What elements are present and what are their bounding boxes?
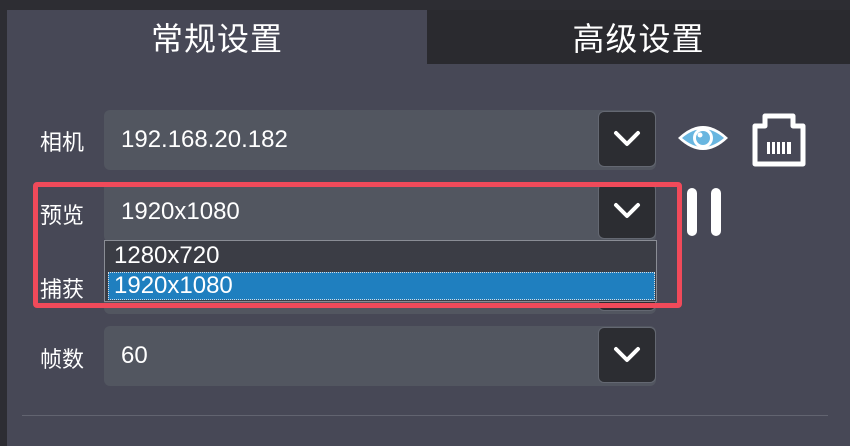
camera-select[interactable]: 192.168.20.182 <box>104 110 656 170</box>
eye-icon <box>678 126 728 150</box>
dropdown-option-1920x1080[interactable]: 1920x1080 <box>108 272 655 300</box>
fps-value: 60 <box>121 342 148 369</box>
fps-label: 帧数 <box>40 348 85 373</box>
pause-icon <box>687 188 721 236</box>
tab-advanced-settings[interactable]: 高级设置 <box>427 10 850 64</box>
preview-dropdown-button[interactable] <box>598 183 656 239</box>
network-button[interactable] <box>751 112 807 168</box>
chevron-down-icon <box>614 347 640 362</box>
preview-resolution-select[interactable]: 1920x1080 <box>104 182 656 242</box>
chevron-down-icon <box>614 203 640 218</box>
preview-resolution-dropdown-list: 1280x720 1920x1080 <box>104 240 657 302</box>
fps-dropdown-button[interactable] <box>598 327 656 383</box>
preview-toggle-button[interactable] <box>675 118 731 158</box>
pause-button[interactable] <box>684 186 724 238</box>
ethernet-port-icon <box>752 113 806 167</box>
fps-select[interactable]: 60 <box>104 326 656 386</box>
tab-general-settings[interactable]: 常规设置 <box>7 10 427 64</box>
preview-label: 预览 <box>40 204 85 229</box>
divider <box>22 415 828 416</box>
preview-resolution-value: 1920x1080 <box>121 198 240 225</box>
capture-label: 捕获 <box>40 278 85 303</box>
camera-label: 相机 <box>40 131 85 156</box>
camera-dropdown-button[interactable] <box>598 111 656 167</box>
chevron-down-icon <box>614 131 640 146</box>
dropdown-option-1280x720[interactable]: 1280x720 <box>108 242 655 270</box>
camera-value: 192.168.20.182 <box>121 126 288 153</box>
